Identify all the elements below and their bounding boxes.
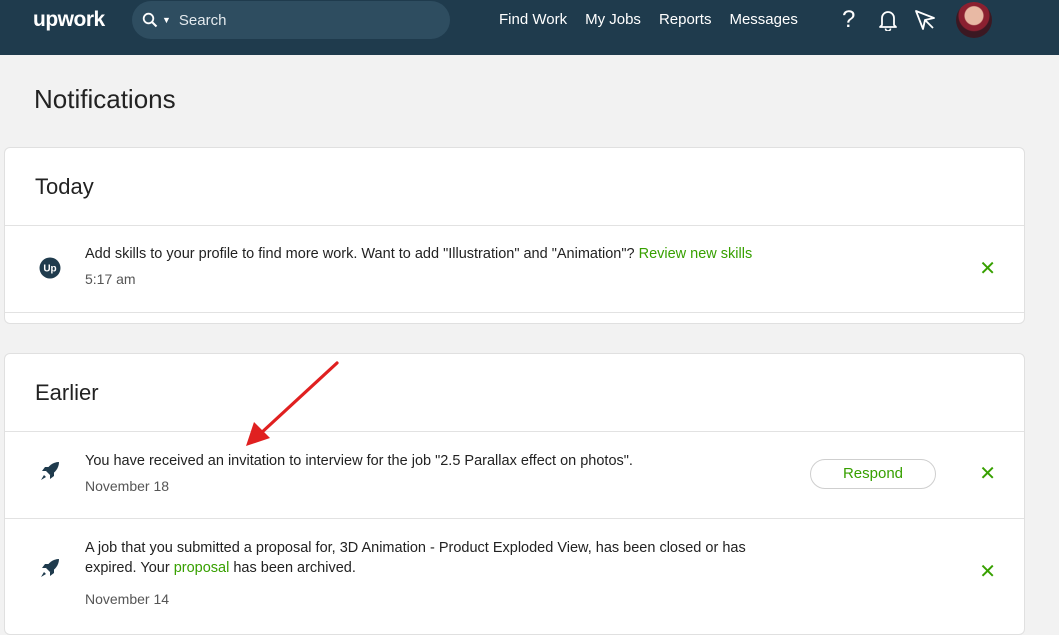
list-item: You have received an invitation to inter… [5,432,1024,519]
list-item: Up Add skills to your profile to find mo… [5,226,1024,313]
today-card: Today Up Add skills to your profile to f… [4,147,1025,324]
search-bar[interactable]: ▼ Search [132,1,450,39]
search-icon[interactable] [142,12,158,28]
today-heading: Today [5,148,1024,226]
main-nav: Find Work My Jobs Reports Messages [499,11,816,28]
close-icon[interactable]: ✕ [979,256,996,280]
avatar[interactable] [956,2,992,38]
notification-text: Add skills to your profile to find more … [85,244,752,264]
notification-text: A job that you submitted a proposal for,… [85,538,746,578]
review-skills-link[interactable]: Review new skills [639,246,753,262]
notification-time: 5:17 am [85,271,136,287]
send-icon[interactable] [914,9,936,31]
page-title: Notifications [34,84,176,114]
svg-text:Up: Up [43,264,56,275]
notification-line-1: A job that you submitted a proposal for,… [85,540,746,556]
top-bar: upwork ▼ Search Find Work My Jobs Report… [0,0,1059,55]
rocket-icon [41,559,59,577]
notification-line-2: expired. Your proposal has been archived… [85,558,746,578]
notification-date: November 18 [85,478,170,494]
upwork-logo-icon: Up [39,257,61,279]
notification-date: November 14 [85,591,170,607]
upwork-logo[interactable]: upwork [33,8,105,32]
close-icon[interactable]: ✕ [979,559,996,583]
help-icon[interactable]: ? [842,6,855,34]
nav-messages[interactable]: Messages [729,11,797,28]
notification-line-2-start: expired. Your [85,560,170,576]
list-item: A job that you submitted a proposal for,… [5,519,1024,619]
notification-message: Add skills to your profile to find more … [85,246,635,262]
search-input[interactable]: Search [179,12,227,29]
nav-my-jobs[interactable]: My Jobs [585,11,641,28]
proposal-link[interactable]: proposal [174,560,230,576]
earlier-heading: Earlier [5,354,1024,432]
close-icon[interactable]: ✕ [979,461,996,485]
rocket-icon [41,462,59,480]
earlier-card: Earlier You have received an invitation … [4,353,1025,635]
chevron-down-icon[interactable]: ▼ [162,15,171,25]
notification-line-2-end: has been archived. [233,560,356,576]
notification-message: You have received an invitation to inter… [85,453,633,469]
annotation-arrow-icon [246,361,339,446]
nav-reports[interactable]: Reports [659,11,712,28]
respond-button[interactable]: Respond [810,459,936,489]
bell-icon[interactable] [877,9,899,31]
nav-find-work[interactable]: Find Work [499,11,567,28]
